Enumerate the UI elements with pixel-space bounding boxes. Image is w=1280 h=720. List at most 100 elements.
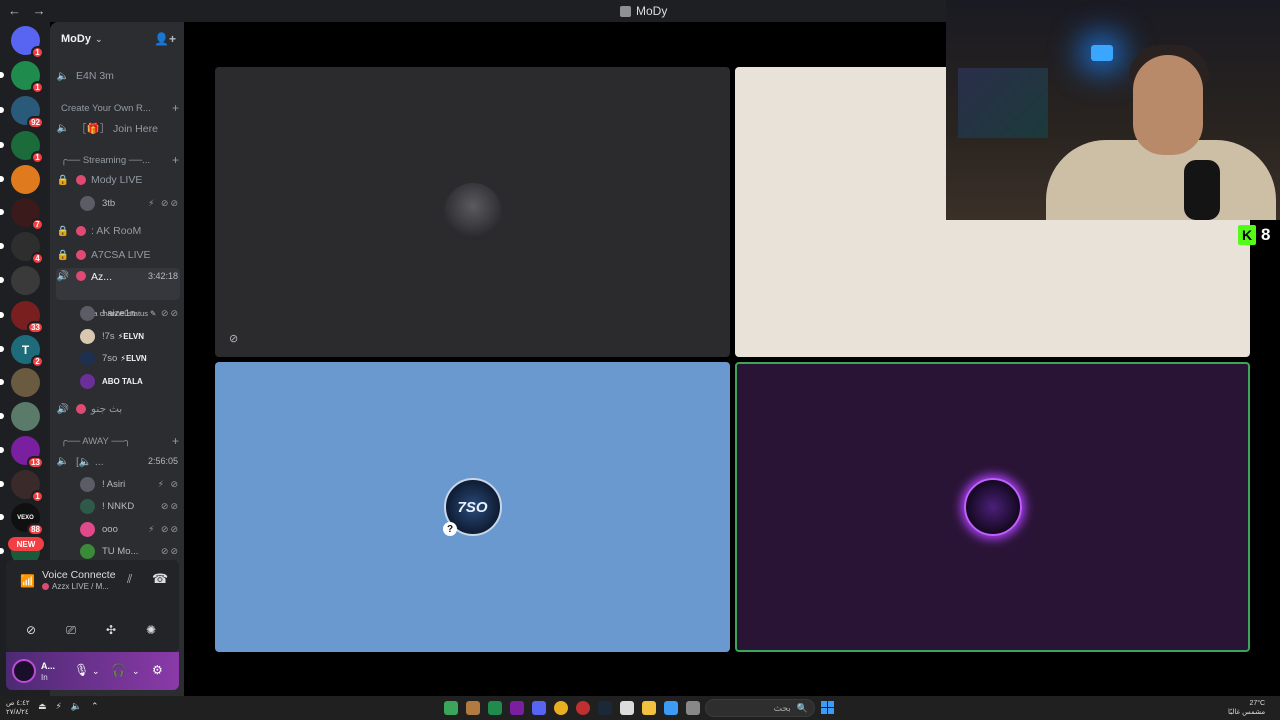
server-icon[interactable] (11, 266, 40, 295)
mention-badge: 1 (31, 151, 44, 164)
server-icon[interactable]: 1 (11, 470, 44, 503)
xbox-icon[interactable] (444, 701, 458, 715)
server-header[interactable]: MoDy ⌄ 👤+ (50, 22, 184, 56)
server-icon[interactable] (11, 368, 40, 397)
server-icon[interactable]: 4 (11, 232, 44, 265)
app-icon[interactable] (510, 701, 524, 715)
start-icon[interactable] (821, 701, 834, 714)
server-icon[interactable] (11, 165, 40, 194)
category-away[interactable]: ╭── AWAY ──╮ + (61, 434, 179, 448)
voice-user-3tb[interactable]: 3tb ⚡ ⊘⊘ (80, 194, 180, 212)
search-icon: 🔍 (796, 702, 808, 713)
noise-suppression-icon[interactable]: ⫽ (127, 572, 132, 587)
voice-connected-panel: 📶 Voice Connecte Azzx LIVE / M... ⫽ ☎ ⊘ … (6, 560, 179, 652)
xbox-icon[interactable] (488, 701, 502, 715)
microphone-icon[interactable]: 🎙 (74, 663, 89, 677)
voice-user-aize[interactable]: ! aize1n ⊘⊘ (80, 304, 180, 322)
unread-indicator (0, 277, 4, 283)
lock-icon: 🔒 (56, 174, 70, 186)
channel-mody-live[interactable]: 🔒 Mody LIVE (56, 170, 180, 190)
discord-icon[interactable] (532, 701, 546, 715)
app-icon[interactable] (576, 701, 590, 715)
folder-icon[interactable] (642, 701, 656, 715)
invite-people-icon[interactable]: 👤+ (154, 32, 176, 46)
server-icon[interactable]: VEXO 88 (11, 503, 44, 536)
mention-badge: 7 (31, 218, 44, 231)
user-name: TU Mo... (102, 545, 139, 557)
channel-ak-room[interactable]: 🔒 : AK RooM (56, 221, 180, 241)
unread-indicator (0, 346, 4, 352)
user-name: 3tb (102, 197, 116, 209)
channel-a7csa-live[interactable]: 🔒 A7CSA LIVE (56, 245, 180, 265)
add-channel-icon[interactable]: + (172, 153, 179, 167)
copilot-icon[interactable] (664, 701, 678, 715)
signal-icon[interactable]: 📶 (20, 574, 35, 588)
voice-user-ooo[interactable]: ooo ⚡ ⊘⊘ (80, 520, 180, 538)
steam-icon[interactable] (598, 701, 612, 715)
app-icon (620, 5, 631, 17)
channel-away[interactable]: 🔈 [🔈 ... 2:56:05 (56, 451, 180, 471)
chevron-down-icon[interactable]: ⌄ (92, 666, 100, 677)
channel-join-here[interactable]: 🔈 ［🎁］ Join Here (56, 118, 180, 138)
screen-share-button[interactable]: ⎚ (54, 618, 88, 642)
category-streaming[interactable]: ╭── Streaming ──... + (61, 153, 179, 167)
muted-icons: ⊘⊘ (160, 500, 180, 511)
server-icon[interactable]: 7 (11, 198, 44, 231)
avatar (80, 521, 95, 537)
system-tray-icons[interactable]: ⏏⚡🔈⌃ (38, 701, 108, 712)
viewer-count: 8 (1261, 225, 1271, 244)
taskbar-search[interactable]: بحث 🔍 (705, 699, 815, 717)
chevron-down-icon[interactable]: ⌄ (132, 666, 140, 677)
add-channel-icon[interactable]: + (172, 434, 179, 448)
participant-tile[interactable]: ⊘ (215, 67, 730, 357)
window-title-text: MoDy (636, 4, 668, 18)
disconnect-icon[interactable]: ☎ (152, 571, 168, 587)
channel-azzx-live[interactable]: 🔊 Az... 3:42:18 (56, 268, 180, 300)
soundboard-button[interactable]: ✺ (134, 618, 168, 642)
server-icon[interactable]: 33 (11, 301, 44, 334)
voice-user-tu[interactable]: TU Mo... ⊘⊘ (80, 542, 180, 560)
voice-channel-link[interactable]: Azzx LIVE / M... (42, 582, 109, 591)
avatar (963, 478, 1022, 536)
avatar[interactable] (12, 659, 36, 683)
headphones-icon[interactable]: 🎧 (111, 663, 126, 677)
weather-widget[interactable]: 27°C مشمس غالبًا (1228, 699, 1265, 717)
activities-button[interactable]: ✣ (94, 618, 128, 642)
weather-temp: 27°C (1249, 700, 1266, 707)
back-forward-nav[interactable]: ← → (8, 3, 50, 18)
add-channel-icon[interactable]: + (172, 101, 179, 115)
kick-icon: K (1238, 225, 1256, 245)
voice-user-abo-tala[interactable]: ABO TALA (80, 372, 180, 390)
user-status: In (41, 673, 48, 682)
app-icon[interactable] (466, 701, 480, 715)
unread-indicator (0, 209, 4, 215)
voice-user-nnkd[interactable]: ! NNKD ⊘⊘ (80, 497, 180, 515)
streamer-webcam (946, 0, 1280, 220)
gear-icon[interactable]: ⚙ (152, 663, 163, 677)
live-dot (42, 583, 49, 590)
voice-user-asiri[interactable]: ! Asiri ⚡ ⊘ (80, 475, 180, 493)
category-create[interactable]: Create Your Own R... + (61, 101, 179, 115)
avatar (443, 183, 502, 241)
chrome-icon[interactable] (554, 701, 568, 715)
channel-label: A7CSA LIVE (91, 249, 151, 261)
channel-e4n[interactable]: 🔈 E4N 3m (56, 66, 180, 86)
search-placeholder: بحث (773, 702, 791, 713)
camera-off-button[interactable]: ⊘ (14, 618, 48, 642)
voice-user-7s[interactable]: !7s ⚡ELVN (80, 327, 180, 345)
voice-user-7so[interactable]: 7so ⚡ELVN (80, 349, 180, 367)
server-icon[interactable]: T2 (11, 335, 44, 368)
clock[interactable]: ٤:٤٢ ص ٢٧/٨/٢٤ (6, 699, 30, 717)
server-icon[interactable]: 1 (11, 61, 44, 94)
server-icon[interactable]: 13 (11, 436, 44, 469)
task-view-icon[interactable] (686, 701, 700, 715)
server-icon[interactable]: 1 (11, 131, 44, 164)
channel-arabic[interactable]: 🔊 بث جنو (56, 399, 180, 419)
store-icon[interactable] (620, 701, 634, 715)
server-icon[interactable]: 92 (11, 96, 44, 129)
unread-indicator (0, 514, 4, 520)
participant-tile[interactable]: 7SO ? (215, 362, 730, 652)
participant-tile-speaking[interactable] (735, 362, 1250, 652)
server-icon[interactable] (11, 402, 40, 431)
discord-home-icon[interactable]: 1 (11, 26, 44, 59)
